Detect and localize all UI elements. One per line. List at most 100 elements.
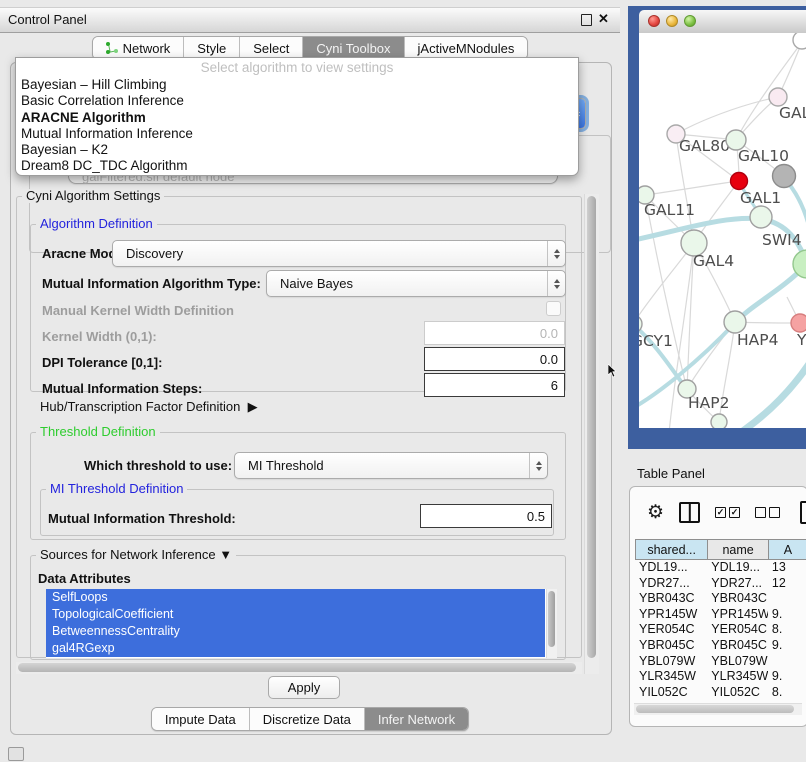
mi-steps-label: Mutual Information Steps: bbox=[42, 381, 202, 396]
dropdown-item[interactable]: Bayesian – Hill Climbing bbox=[16, 77, 578, 93]
column-header[interactable]: name bbox=[707, 539, 768, 560]
table-panel-title: Table Panel bbox=[637, 466, 705, 481]
node-label: GAL80 bbox=[679, 137, 730, 155]
document-icon[interactable] bbox=[800, 501, 806, 524]
minimize-window-icon[interactable] bbox=[666, 15, 678, 27]
table-row[interactable]: YDR27...YDR27...12 bbox=[635, 576, 806, 592]
mi-type-label: Mutual Information Algorithm Type: bbox=[42, 276, 261, 291]
attribute-list-item[interactable]: gal4RGexp bbox=[46, 640, 545, 657]
settings-vertical-scrollbar[interactable] bbox=[584, 194, 599, 674]
network-window-titlebar[interactable] bbox=[639, 10, 806, 34]
column-header[interactable]: shared... bbox=[635, 539, 707, 560]
which-threshold-label: Which threshold to use: bbox=[84, 458, 232, 473]
collapsed-panel-icon[interactable] bbox=[8, 747, 24, 761]
node-label: SWI4 bbox=[762, 231, 802, 249]
threshold-definition-title: Threshold Definition bbox=[36, 425, 160, 439]
network-node[interactable] bbox=[791, 314, 806, 332]
zoom-window-icon[interactable] bbox=[684, 15, 696, 27]
attributes-list-scrollbar[interactable] bbox=[546, 589, 557, 658]
gear-icon[interactable]: ⚙ bbox=[647, 503, 664, 522]
mouse-cursor-icon bbox=[608, 364, 618, 378]
cyni-settings-title: Cyni Algorithm Settings bbox=[22, 189, 164, 203]
data-attributes-list[interactable]: SelfLoopsTopologicalCoefficientBetweenne… bbox=[46, 589, 556, 658]
node-label: GAL4 bbox=[693, 252, 734, 270]
network-node[interactable] bbox=[773, 165, 796, 188]
algorithm-definition-title: Algorithm Definition bbox=[36, 217, 157, 231]
attribute-table[interactable]: shared...nameAYDL19...YDL19...13YDR27...… bbox=[635, 539, 806, 701]
column-header[interactable]: A bbox=[768, 539, 806, 560]
table-row[interactable]: YPR145WYPR145W9. bbox=[635, 607, 806, 623]
table-toolbar: ⚙ ✓ ✓ bbox=[630, 487, 806, 537]
network-edge bbox=[645, 181, 739, 195]
attribute-list-item[interactable]: TopologicalCoefficient bbox=[46, 606, 545, 623]
dropdown-item[interactable]: ARACNE Algorithm bbox=[16, 110, 578, 126]
chevron-down-icon[interactable]: ▼ bbox=[219, 547, 232, 562]
tab-jactivemnodules[interactable]: jActiveMNodules bbox=[405, 37, 528, 59]
table-panel: ⚙ ✓ ✓ shared...nameAYDL19...YDL19...13YD… bbox=[629, 486, 806, 727]
close-icon[interactable]: ✕ bbox=[598, 11, 609, 27]
kernel-width-field[interactable]: 0.0 bbox=[424, 321, 565, 345]
sources-toggle[interactable]: Sources for Network Inference ▼ bbox=[36, 548, 236, 562]
attribute-list-item[interactable]: SelfLoops bbox=[46, 589, 545, 606]
network-node[interactable] bbox=[724, 311, 746, 333]
dropdown-prompt: Select algorithm to view settings bbox=[16, 58, 578, 77]
tab-style[interactable]: Style bbox=[184, 37, 240, 59]
network-canvas[interactable]: GALGAL80GAL10GAL1GAL11SWI4GAL4GCY1HAP4YH… bbox=[639, 33, 806, 428]
hub-definition-toggle[interactable]: Hub/Transcription Factor Definition ▶ bbox=[40, 399, 258, 415]
network-node[interactable] bbox=[731, 173, 748, 190]
dropdown-item[interactable]: Bayesian – K2 bbox=[16, 142, 578, 158]
network-edge-thick bbox=[737, 361, 806, 428]
manual-kernel-label: Manual Kernel Width Definition bbox=[42, 303, 234, 318]
node-label: GAL11 bbox=[644, 201, 695, 219]
float-window-icon[interactable] bbox=[581, 14, 592, 26]
tab-select[interactable]: Select bbox=[240, 37, 303, 59]
table-row[interactable]: YIL052CYIL052C8. bbox=[635, 685, 806, 701]
which-threshold-combo[interactable]: MI Threshold bbox=[234, 452, 548, 479]
table-row[interactable]: YLR345WYLR345W9. bbox=[635, 669, 806, 685]
network-node[interactable] bbox=[711, 414, 727, 428]
tab-impute-data[interactable]: Impute Data bbox=[152, 708, 250, 730]
table-row[interactable]: YER054CYER054C8. bbox=[635, 622, 806, 638]
node-label: Y bbox=[796, 331, 806, 349]
manual-kernel-checkbox[interactable] bbox=[546, 301, 561, 316]
dpi-tolerance-field[interactable]: 0.0 bbox=[424, 347, 565, 371]
select-all-columns-icon[interactable]: ✓ ✓ bbox=[715, 507, 740, 518]
dropdown-item[interactable]: Dream8 DC_TDC Algorithm bbox=[16, 158, 578, 174]
network-desktop: GALGAL80GAL10GAL1GAL11SWI4GAL4GCY1HAP4YH… bbox=[628, 6, 806, 449]
network-icon bbox=[106, 42, 118, 54]
tab-cyni-toolbox[interactable]: Cyni Toolbox bbox=[303, 37, 404, 59]
chevron-right-icon[interactable]: ▶ bbox=[248, 399, 258, 414]
combo-spinner-icon bbox=[529, 453, 547, 478]
attribute-list-item[interactable]: BetweennessCentrality bbox=[46, 623, 545, 640]
kernel-width-label: Kernel Width (0,1): bbox=[42, 329, 157, 344]
network-edge bbox=[736, 42, 802, 140]
mi-steps-field[interactable]: 6 bbox=[424, 373, 565, 397]
aracne-mode-combo[interactable]: Discovery bbox=[112, 240, 566, 267]
dropdown-item[interactable]: Basic Correlation Inference bbox=[16, 93, 578, 109]
split-columns-icon[interactable] bbox=[679, 502, 700, 523]
node-label: GCY1 bbox=[639, 332, 673, 350]
table-horizontal-scrollbar[interactable] bbox=[634, 703, 802, 715]
network-node[interactable] bbox=[750, 206, 772, 228]
node-label: GAL10 bbox=[738, 147, 789, 165]
table-row[interactable]: YBL079WYBL079W bbox=[635, 654, 806, 670]
unselect-all-columns-icon[interactable] bbox=[755, 507, 780, 518]
table-row[interactable]: YBR043CYBR043C bbox=[635, 591, 806, 607]
network-node[interactable] bbox=[793, 33, 806, 49]
settings-horizontal-scrollbar[interactable] bbox=[16, 662, 582, 674]
panel-title: Control Panel bbox=[8, 12, 87, 27]
mi-type-combo[interactable]: Naive Bayes bbox=[266, 270, 566, 297]
dropdown-item[interactable]: Mutual Information Inference bbox=[16, 126, 578, 142]
tab-discretize-data[interactable]: Discretize Data bbox=[250, 708, 365, 730]
table-row[interactable]: YBR045CYBR045C9. bbox=[635, 638, 806, 654]
mi-threshold-field[interactable]: 0.5 bbox=[420, 504, 552, 528]
apply-button[interactable]: Apply bbox=[268, 676, 340, 699]
data-attributes-label: Data Attributes bbox=[38, 571, 131, 586]
tab-infer-network[interactable]: Infer Network bbox=[365, 708, 468, 730]
node-label: GAL bbox=[779, 104, 806, 122]
table-row[interactable]: YDL19...YDL19...13 bbox=[635, 560, 806, 576]
node-label: HAP4 bbox=[737, 331, 778, 349]
close-window-icon[interactable] bbox=[648, 15, 660, 27]
network-view-window: GALGAL80GAL10GAL1GAL11SWI4GAL4GCY1HAP4YH… bbox=[639, 10, 806, 434]
tab-network[interactable]: Network bbox=[93, 37, 185, 59]
